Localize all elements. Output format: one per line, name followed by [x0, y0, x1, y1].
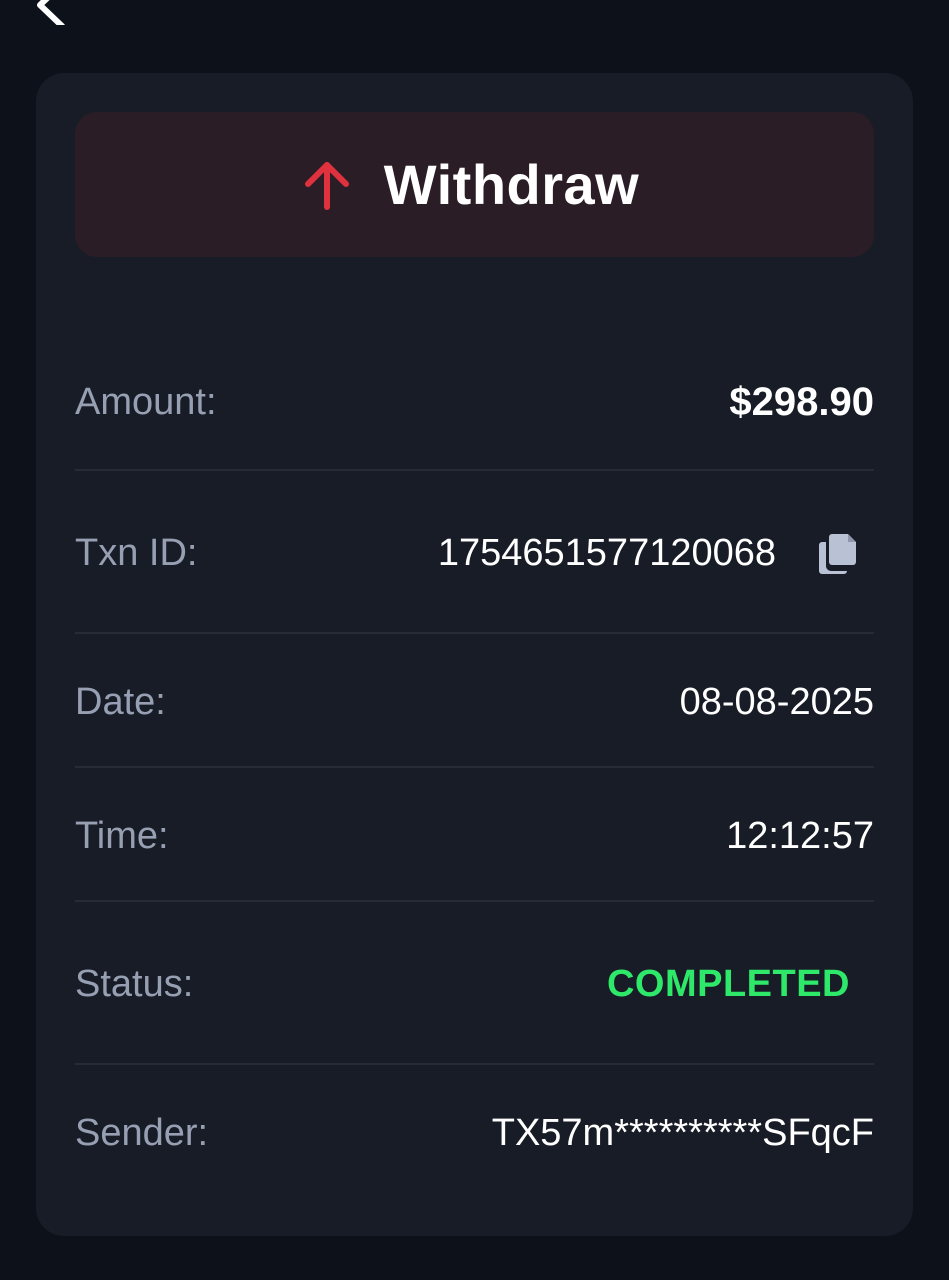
status-badge: COMPLETED: [606, 962, 850, 1005]
back-button[interactable]: [22, 0, 72, 29]
divider: [75, 766, 874, 768]
time-label: Time:: [75, 814, 169, 857]
chevron-left-icon: [37, 0, 65, 29]
transaction-type-banner: Withdraw: [75, 112, 874, 257]
txn-id-value: 1754651577120068: [437, 531, 776, 574]
arrow-up-icon: [302, 160, 352, 210]
sender-label: Sender:: [75, 1111, 209, 1154]
divider: [75, 1063, 874, 1065]
divider: [75, 469, 874, 471]
txn-id-group: 1754651577120068: [438, 531, 874, 575]
copy-txn-id-button[interactable]: [816, 531, 860, 575]
amount-row: Amount: $298.90: [75, 379, 874, 425]
status-label: Status:: [75, 962, 194, 1005]
transaction-type-title: Withdraw: [383, 153, 640, 216]
date-value: 08-08-2025: [679, 680, 874, 723]
transaction-details-card: Withdraw Amount: $298.90 Txn ID: 1754651…: [36, 73, 913, 1236]
divider: [75, 632, 874, 634]
amount-label: Amount:: [75, 380, 217, 423]
sender-row: Sender: TX57m**********SFqcF: [75, 1110, 874, 1156]
date-label: Date:: [75, 680, 166, 723]
date-row: Date: 08-08-2025: [75, 679, 874, 725]
divider: [75, 900, 874, 902]
copy-icon: [819, 534, 856, 574]
status-row: Status: COMPLETED: [75, 961, 874, 1007]
time-value: 12:12:57: [726, 814, 874, 857]
txn-id-row: Txn ID: 1754651577120068: [75, 530, 874, 576]
time-row: Time: 12:12:57: [75, 813, 874, 859]
txn-id-label: Txn ID:: [75, 531, 198, 574]
amount-value: $298.90: [729, 379, 874, 424]
sender-value: TX57m**********SFqcF: [491, 1111, 874, 1154]
